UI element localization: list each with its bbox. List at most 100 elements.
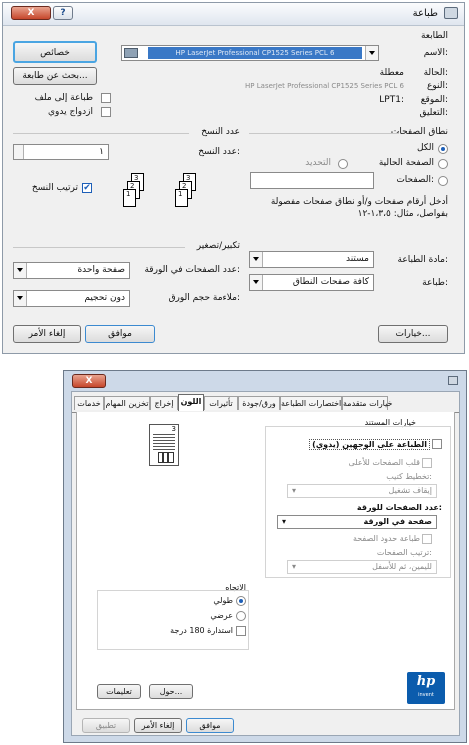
print-select[interactable]: كافة صفحات النطاق bbox=[249, 274, 374, 291]
range-hint-line2: بفواصل، مثال: ١،٣،٥-١٢ bbox=[357, 209, 448, 219]
chevron-down-icon: ▾ bbox=[282, 517, 287, 526]
help-button[interactable]: ? bbox=[53, 6, 73, 20]
selection-radio[interactable] bbox=[338, 159, 348, 169]
tab-1[interactable]: خدمات bbox=[74, 396, 104, 410]
print-value: كافة صفحات النطاق bbox=[292, 277, 369, 287]
cancel-button[interactable]: إلغاء الأمر bbox=[13, 325, 81, 343]
current-page-radio[interactable] bbox=[438, 159, 448, 169]
print-to-file-label: طباعة إلى ملف bbox=[34, 93, 93, 103]
tab-5[interactable]: تأثيرات bbox=[204, 396, 238, 410]
tab-6[interactable]: ورق/جودة bbox=[238, 396, 280, 410]
tab-3[interactable]: إخراج bbox=[150, 396, 178, 410]
manual-duplex-checkbox[interactable] bbox=[101, 107, 111, 117]
tab-4[interactable]: اللون bbox=[178, 394, 204, 411]
page-order-value: لليمين، ثم للأسفل bbox=[372, 562, 432, 571]
close-button[interactable]: X bbox=[72, 374, 106, 388]
scale-select[interactable]: دون تحجيم bbox=[13, 290, 130, 307]
tab-8[interactable]: خيارات متقدمة bbox=[342, 396, 392, 410]
hp-logo-text: hp bbox=[416, 674, 436, 689]
pages-per-sheet-label: عدد الصفحات في الورقة: bbox=[144, 265, 240, 275]
rotate-label: استدارة 180 درجة bbox=[170, 626, 233, 635]
portrait-label: طولي bbox=[213, 596, 233, 605]
printer-title-icon bbox=[448, 376, 458, 385]
pages-radio[interactable] bbox=[438, 176, 448, 186]
pages-input[interactable] bbox=[250, 172, 374, 189]
hp-logo: hp invent bbox=[407, 672, 445, 704]
print-to-file-checkbox[interactable] bbox=[101, 93, 111, 103]
copies-label: عدد النسخ: bbox=[198, 147, 240, 157]
two-sided-checkbox[interactable] bbox=[432, 439, 442, 449]
page-range-divider bbox=[249, 133, 399, 134]
print-label: طباعة: bbox=[422, 278, 448, 288]
close-button[interactable]: X bbox=[11, 6, 51, 20]
options-button[interactable]: خيارات... bbox=[378, 325, 448, 343]
type-value: HP LaserJet Professional CP1525 Series P… bbox=[245, 82, 404, 90]
preview-bars bbox=[158, 452, 174, 463]
chevron-down-icon bbox=[250, 275, 263, 290]
properties-panel: خدمات تخزين المهام إخراج اللون تأثيرات ورق/جو… bbox=[71, 391, 460, 736]
tab-7[interactable]: اختصارات الطباعة bbox=[280, 396, 342, 410]
print-what-value: مستند bbox=[345, 254, 369, 264]
where-value: LPT1: bbox=[379, 95, 404, 105]
range-hint-line1: أدخل أرقام صفحات و/أو نطاق صفحات مفصولة bbox=[270, 197, 448, 207]
collate-checkbox[interactable]: ✔ bbox=[82, 183, 92, 193]
where-label: الموقع: bbox=[420, 95, 448, 105]
chevron-down-icon bbox=[250, 252, 263, 267]
tab-2[interactable]: تخزين المهام bbox=[104, 396, 150, 410]
ok-button[interactable]: موافق bbox=[85, 325, 155, 343]
spinner-arrows-icon[interactable] bbox=[14, 145, 24, 159]
selected-printer: HP LaserJet Professional CP1525 Series P… bbox=[148, 47, 362, 59]
booklet-layout-label: تخطيط كتيب: bbox=[386, 472, 432, 481]
pages-label: الصفحات: bbox=[396, 175, 434, 185]
scale-value: دون تحجيم bbox=[84, 293, 125, 303]
pages-per-sheet-select[interactable]: صفحة واحدة bbox=[13, 262, 130, 279]
selection-label: التحديد bbox=[305, 158, 331, 168]
chevron-down-icon bbox=[14, 263, 27, 278]
cancel-button[interactable]: إلغاء الأمر bbox=[134, 718, 182, 733]
properties-button[interactable]: خصائص bbox=[13, 41, 97, 63]
collate-page-1: 1 bbox=[123, 189, 136, 207]
page-preview: 3 bbox=[149, 424, 179, 466]
all-label: الكل bbox=[416, 143, 434, 153]
copies-divider bbox=[13, 133, 189, 134]
flip-pages-label: قلب الصفحات للأعلى bbox=[348, 458, 421, 467]
chevron-down-icon bbox=[14, 291, 27, 306]
zoom-divider bbox=[13, 247, 185, 248]
pages-per-sheet-select[interactable]: ▾ صفحة في الورقة bbox=[277, 515, 437, 529]
chevron-down-icon: ▾ bbox=[292, 486, 297, 495]
copies-value: ١ bbox=[99, 147, 104, 157]
chevron-down-icon: ▾ bbox=[292, 562, 297, 571]
print-borders-checkbox bbox=[422, 534, 432, 544]
all-radio[interactable] bbox=[438, 144, 448, 154]
help-button[interactable]: تعليمات bbox=[97, 684, 141, 699]
page-range-section-title: نطاق الصفحات bbox=[390, 127, 448, 137]
pages-per-sheet-label: عدد الصفحات للورقة: bbox=[356, 503, 442, 512]
tab-content: خيارات المستند الطباعة على الوجهين (يدوي… bbox=[76, 412, 455, 710]
name-label: الاسم: bbox=[423, 48, 448, 58]
comment-label: التعليق: bbox=[419, 108, 448, 118]
current-page-label: الصفحة الحالية bbox=[378, 158, 434, 168]
preview-lines bbox=[153, 434, 175, 450]
page-order-label: ترتيب الصفحات: bbox=[376, 548, 432, 557]
about-button[interactable]: حول... bbox=[149, 684, 193, 699]
printer-title-icon bbox=[444, 7, 458, 19]
booklet-layout-select: ▾ إيقاف تشغيل bbox=[287, 484, 437, 498]
printer-section-title: الطابعة bbox=[420, 31, 448, 41]
collate-page-1: 1 bbox=[175, 189, 188, 207]
ok-button[interactable]: موافق bbox=[186, 718, 234, 733]
status-label: الحالة: bbox=[423, 68, 448, 78]
status-value: معطلة bbox=[379, 68, 404, 78]
print-what-select[interactable]: مستند bbox=[249, 251, 374, 268]
copies-section-title: عدد النسخ bbox=[201, 127, 240, 137]
rotate-checkbox[interactable] bbox=[236, 626, 246, 636]
pages-per-sheet-value: صفحة في الورقة bbox=[363, 517, 432, 526]
printer-name-select[interactable]: HP LaserJet Professional CP1525 Series P… bbox=[121, 45, 379, 61]
portrait-radio[interactable] bbox=[236, 596, 246, 606]
find-printer-button[interactable]: بحث عن طابعة... bbox=[13, 67, 97, 85]
landscape-radio[interactable] bbox=[236, 611, 246, 621]
title-bar: X ? طباعة bbox=[3, 3, 464, 26]
preview-page-number: 3 bbox=[171, 425, 176, 433]
booklet-layout-value: إيقاف تشغيل bbox=[388, 486, 432, 495]
copies-spinner[interactable]: ١ bbox=[13, 144, 109, 160]
two-sided-label: الطباعة على الوجهين (يدوي) bbox=[309, 439, 430, 450]
